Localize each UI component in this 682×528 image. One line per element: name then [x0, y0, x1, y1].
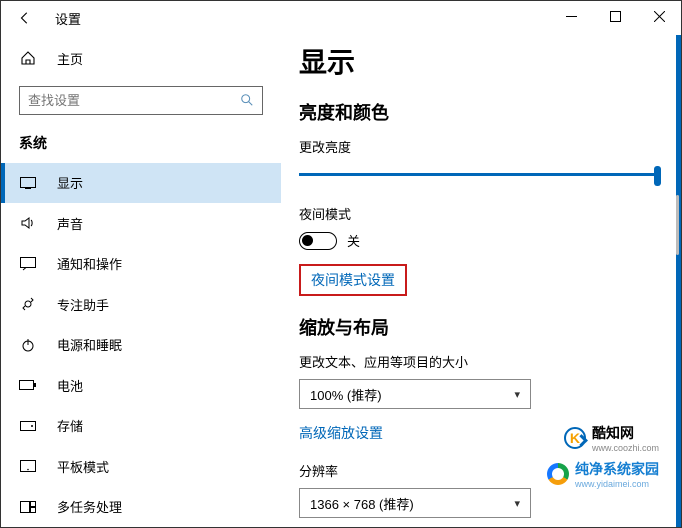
multitask-icon [19, 501, 37, 513]
window-title: 设置 [55, 9, 81, 28]
minimize-icon [566, 11, 577, 22]
sidebar-item-multitask[interactable]: 多任务处理 [1, 487, 281, 527]
home-icon [19, 50, 37, 66]
tablet-icon [19, 460, 37, 472]
night-mode-toggle[interactable] [299, 232, 337, 250]
minimize-button[interactable] [549, 1, 593, 31]
section-scale-title: 缩放与布局 [299, 314, 661, 340]
focus-icon [19, 296, 37, 312]
scale-value: 100% (推荐) [310, 385, 382, 404]
sidebar: 主页 系统 显示 声音 通知和操作 [1, 35, 281, 527]
arrow-left-icon [18, 11, 32, 25]
maximize-button[interactable] [593, 1, 637, 31]
toggle-knob [302, 235, 313, 246]
window-controls [549, 1, 681, 31]
notification-icon [19, 257, 37, 271]
section-brightness-title: 亮度和颜色 [299, 99, 661, 125]
night-mode-label: 夜间模式 [299, 204, 661, 223]
scale-label: 更改文本、应用等项目的大小 [299, 352, 661, 371]
back-button[interactable] [11, 4, 39, 32]
watermark-text: 酷知网 [592, 423, 659, 443]
maximize-icon [610, 11, 621, 22]
chevron-down-icon: ▾ [514, 388, 520, 401]
sidebar-item-label: 电源和睡眠 [57, 335, 122, 354]
scrollbar[interactable] [676, 195, 679, 255]
sidebar-item-tablet[interactable]: 平板模式 [1, 446, 281, 486]
search-input[interactable] [28, 93, 240, 108]
sidebar-item-label: 平板模式 [57, 457, 109, 476]
sidebar-item-label: 声音 [57, 214, 83, 233]
sidebar-item-sound[interactable]: 声音 [1, 203, 281, 243]
sidebar-item-display[interactable]: 显示 [1, 163, 281, 203]
search-icon [240, 93, 254, 107]
sidebar-item-storage[interactable]: 存储 [1, 406, 281, 446]
sidebar-item-label: 存储 [57, 416, 83, 435]
sidebar-home[interactable]: 主页 [1, 41, 281, 76]
coozhi-logo-icon: K [564, 427, 586, 449]
yidaimei-logo-icon [547, 463, 569, 485]
sidebar-item-label: 通知和操作 [57, 254, 122, 273]
watermark-coozhi: K 酷知网 www.coozhi.com [564, 423, 659, 453]
sidebar-item-label: 多任务处理 [57, 497, 122, 516]
sidebar-item-label: 电池 [57, 376, 83, 395]
close-icon [654, 11, 665, 22]
sidebar-item-power[interactable]: 电源和睡眠 [1, 325, 281, 365]
sidebar-item-battery[interactable]: 电池 [1, 365, 281, 405]
watermark-text: 纯净系统家园 [575, 459, 659, 479]
battery-icon [19, 380, 37, 390]
sound-icon [19, 215, 37, 231]
brightness-slider[interactable] [299, 164, 661, 186]
scale-dropdown[interactable]: 100% (推荐) ▾ [299, 379, 531, 409]
resolution-value: 1366 × 768 (推荐) [310, 494, 414, 513]
sidebar-item-notifications[interactable]: 通知和操作 [1, 244, 281, 284]
toggle-state-label: 关 [347, 231, 360, 250]
slider-track [299, 173, 661, 176]
sidebar-item-focus[interactable]: 专注助手 [1, 284, 281, 324]
search-box[interactable] [19, 86, 263, 115]
sidebar-item-label: 显示 [57, 173, 83, 192]
sidebar-item-label: 专注助手 [57, 295, 109, 314]
chevron-down-icon: ▾ [514, 497, 520, 510]
watermark-sub: www.yidaimei.com [575, 479, 659, 489]
resolution-dropdown[interactable]: 1366 × 768 (推荐) ▾ [299, 488, 531, 518]
content-pane: 显示 亮度和颜色 更改亮度 夜间模式 关 夜间模式设置 缩放与布局 更改文本、应… [281, 35, 681, 527]
slider-thumb[interactable] [654, 166, 661, 186]
power-icon [19, 337, 37, 353]
display-icon [19, 177, 37, 189]
storage-icon [19, 421, 37, 431]
sidebar-home-label: 主页 [57, 49, 83, 68]
night-mode-settings-link[interactable]: 夜间模式设置 [299, 264, 407, 296]
sidebar-section-head: 系统 [1, 127, 281, 163]
close-button[interactable] [637, 1, 681, 31]
brightness-label: 更改亮度 [299, 137, 661, 156]
watermark-sub: www.coozhi.com [592, 443, 659, 453]
titlebar: 设置 [1, 1, 681, 35]
right-accent-bar [676, 35, 681, 527]
page-title: 显示 [299, 41, 661, 81]
advanced-scale-link[interactable]: 高级缩放设置 [299, 425, 383, 441]
watermark-yidaimei: 纯净系统家园 www.yidaimei.com [547, 459, 659, 489]
